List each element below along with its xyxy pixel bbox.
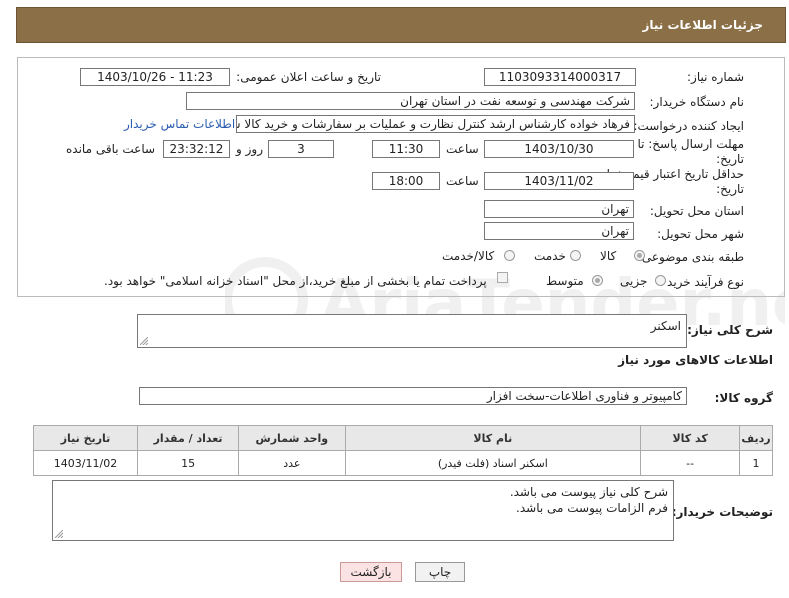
remaining-days-field: 3	[268, 140, 334, 158]
category-goods-service-label: کالا/خدمت	[442, 249, 495, 263]
need-description-field: اسکنر	[137, 314, 687, 348]
requester-label: ایجاد کننده درخواست:	[633, 119, 744, 133]
reply-deadline-time-field: 11:30	[372, 140, 440, 158]
col-date-header: تاریخ نیاز	[32, 425, 139, 451]
col-name-header: نام کالا	[344, 425, 642, 451]
col-qty-header: تعداد / مقدار	[137, 425, 240, 451]
page-header: جزئیات اطلاعات نیاز	[16, 7, 786, 43]
unit-cell: عدد	[238, 450, 346, 476]
need-description-text: اسکنر	[650, 319, 681, 333]
price-validity-date-field: 1403/11/02	[484, 172, 634, 190]
goods-name-cell: اسکنر اسناد (فلت فیدر)	[344, 450, 642, 476]
buyer-notes-label: توضیحات خریدار:	[671, 505, 773, 519]
purchase-type-label: نوع فرآیند خرید :	[659, 275, 744, 289]
goods-info-title: اطلاعات کالاهای مورد نیاز	[618, 353, 773, 367]
goods-table-header: ردیف کد کالا نام کالا واحد شمارش تعداد /…	[32, 425, 773, 451]
remaining-days-label: روز و	[236, 142, 263, 156]
buyer-notes-line-2: فرم الزامات پیوست می باشد.	[516, 501, 668, 515]
reply-deadline-label: مهلت ارسال پاسخ: تا	[637, 137, 744, 151]
buyer-org-field: شرکت مهندسی و توسعه نفت در استان تهران	[186, 92, 635, 110]
category-label: طبقه بندی موضوعی:	[637, 250, 744, 264]
treasury-payment-note: پرداخت تمام یا بخشی از مبلغ خرید،از محل …	[104, 274, 487, 288]
goods-table: ردیف کد کالا نام کالا واحد شمارش تعداد /…	[32, 425, 773, 476]
need-description-label: شرح کلی نیاز:	[687, 323, 773, 337]
need-date-cell: 1403/11/02	[32, 450, 139, 476]
purchase-partial-radio[interactable]	[655, 275, 666, 286]
col-unit-header: واحد شمارش	[238, 425, 346, 451]
category-service-label: خدمت	[534, 249, 566, 263]
delivery-city-field: تهران	[484, 222, 634, 240]
resize-grip-icon[interactable]	[140, 337, 148, 345]
purchase-medium-radio[interactable]	[592, 275, 603, 286]
category-goods-radio[interactable]	[634, 250, 645, 261]
buyer-notes-field: شرح کلی نیاز پیوست می باشد. فرم الزامات …	[52, 480, 674, 541]
goods-code-cell: --	[640, 450, 741, 476]
announce-datetime-field: 1403/10/26 - 11:23	[80, 68, 230, 86]
col-row-header: ردیف	[739, 425, 773, 451]
purchase-medium-label: متوسط	[546, 274, 584, 288]
reply-deadline-label-date: تاریخ:	[716, 152, 744, 166]
table-row: 1 -- اسکنر اسناد (فلت فیدر) عدد 15 1403/…	[32, 450, 773, 476]
category-goods-service-radio[interactable]	[504, 250, 515, 261]
col-code-header: کد کالا	[640, 425, 741, 451]
quantity-cell: 15	[137, 450, 240, 476]
treasury-payment-checkbox[interactable]	[497, 272, 508, 283]
price-validity-time-label: ساعت	[446, 174, 479, 188]
delivery-city-label: شهر محل تحویل:	[657, 227, 744, 241]
price-validity-label-date: تاریخ:	[716, 182, 744, 196]
back-button[interactable]: بازگشت	[340, 562, 402, 582]
price-validity-time-field: 18:00	[372, 172, 440, 190]
buyer-contact-link[interactable]: اطلاعات تماس خریدار	[124, 117, 235, 131]
delivery-province-label: استان محل تحویل:	[649, 204, 744, 218]
page-title: جزئیات اطلاعات نیاز	[642, 18, 763, 32]
requester-field: فرهاد خواده کارشناس ارشد کنترل نظارت و ع…	[236, 115, 635, 133]
remaining-time-label: ساعت باقی مانده	[66, 142, 156, 156]
purchase-partial-label: جزیی	[620, 274, 648, 288]
row-number-cell: 1	[739, 450, 773, 476]
reply-deadline-time-label: ساعت	[446, 142, 479, 156]
need-number-field: 1103093314000317	[484, 68, 636, 86]
print-button[interactable]: چاپ	[415, 562, 465, 582]
category-service-radio[interactable]	[570, 250, 581, 261]
buyer-org-label: نام دستگاه خریدار:	[649, 95, 745, 109]
remaining-time-field: 23:32:12	[163, 140, 230, 158]
announce-datetime-label: تاریخ و ساعت اعلان عمومی:	[236, 70, 381, 84]
goods-group-label: گروه کالا:	[714, 391, 773, 405]
resize-grip-icon[interactable]	[55, 530, 63, 538]
need-number-label: شماره نیاز:	[687, 70, 744, 84]
reply-deadline-date-field: 1403/10/30	[484, 140, 634, 158]
category-goods-label: کالا	[600, 249, 617, 263]
delivery-province-field: تهران	[484, 200, 634, 218]
buyer-notes-line-1: شرح کلی نیاز پیوست می باشد.	[509, 485, 668, 499]
goods-group-field: کامپیوتر و فناوری اطلاعات-سخت افزار	[139, 387, 687, 405]
